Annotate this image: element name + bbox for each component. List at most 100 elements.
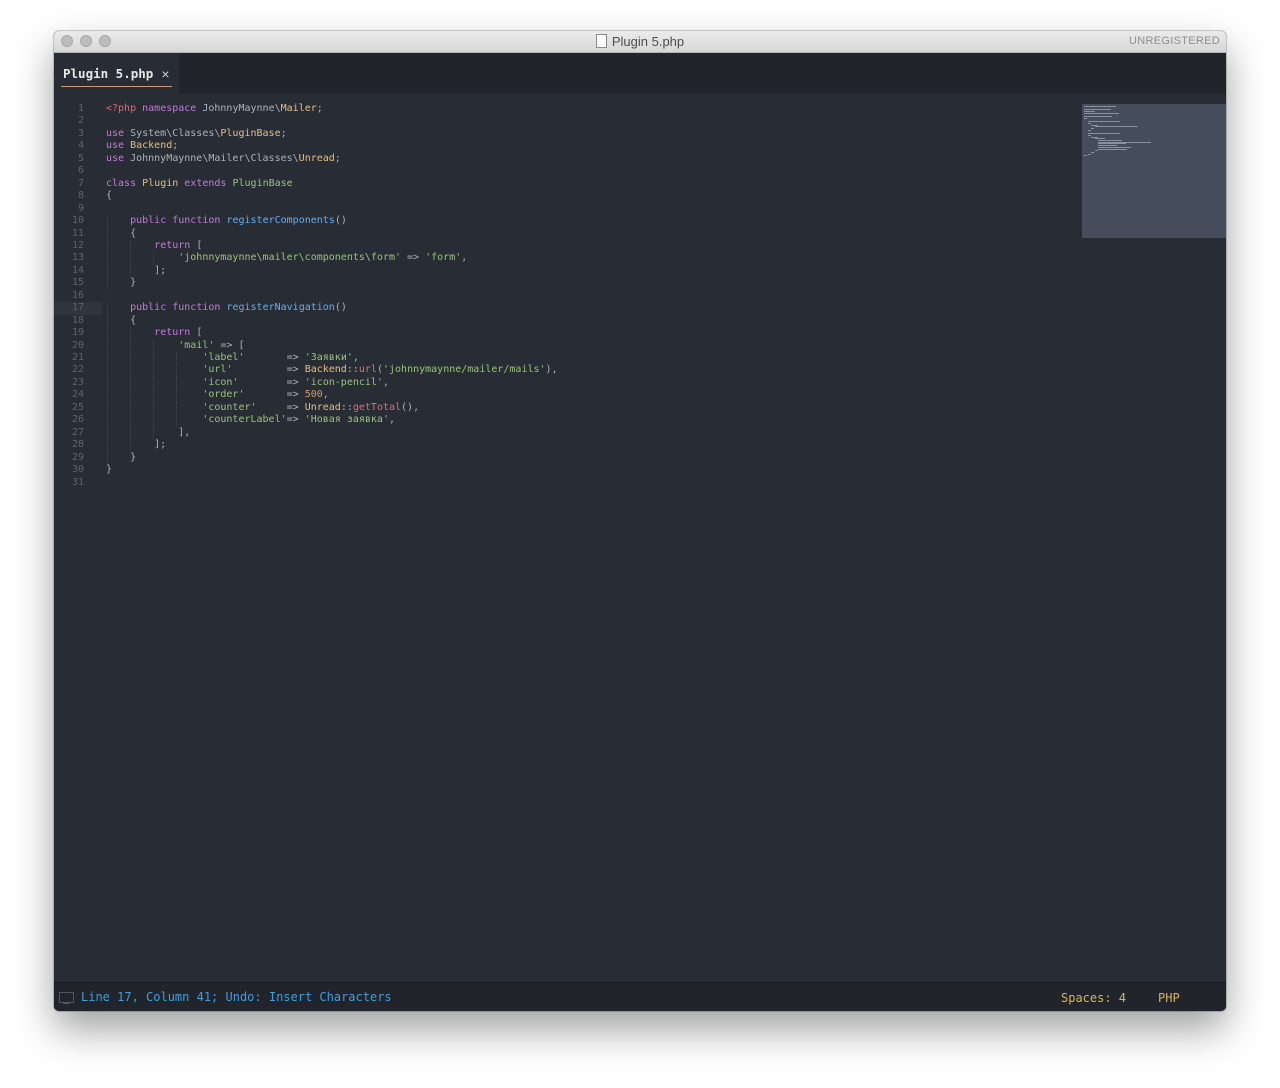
line-code: public function registerNavigation()	[106, 302, 347, 314]
monitor-icon[interactable]	[59, 992, 74, 1004]
line-number[interactable]: 31	[54, 477, 84, 489]
code-token: registerComponents	[226, 215, 335, 227]
code-editor[interactable]: 1 <?php namespace JohnnyMaynne\Mailer; 2 3 u…	[54, 94, 1226, 982]
line-number[interactable]: 1	[54, 103, 84, 115]
line-number[interactable]: 14	[54, 265, 84, 277]
line-number[interactable]: 21	[54, 352, 84, 364]
indentation-selector[interactable]: Spaces: 4	[1061, 991, 1126, 1005]
code-token: 'order'	[202, 389, 245, 401]
line-number[interactable]: 13	[54, 252, 84, 264]
close-icon[interactable]: ×	[161, 66, 169, 82]
indent-guide	[107, 277, 108, 290]
line-number[interactable]: 29	[54, 452, 84, 464]
code-token: 'mail'	[178, 339, 215, 351]
code-token: return	[154, 239, 191, 251]
line-code: use JohnnyMaynne\Mailer\Classes\Unread;	[106, 153, 341, 165]
line-number[interactable]: 18	[54, 315, 84, 327]
code-token: 'Заявки'	[304, 352, 353, 363]
indent-guide	[107, 414, 108, 427]
code-token: return	[154, 327, 191, 339]
line-number[interactable]: 28	[54, 439, 84, 451]
code-token: public	[130, 302, 167, 314]
code-token: {	[106, 190, 113, 202]
line-code: }	[106, 277, 136, 289]
line-number[interactable]: 23	[54, 377, 84, 389]
code-token: (),	[401, 401, 420, 413]
code-token: <?php	[106, 103, 137, 114]
line-number[interactable]: 17	[54, 302, 84, 314]
code-token: ];	[106, 264, 167, 276]
code-token: ),	[545, 364, 558, 376]
line-code: return [	[106, 327, 202, 339]
line-number[interactable]: 10	[54, 215, 84, 227]
minimap-line	[1084, 106, 1117, 107]
line-number[interactable]: 12	[54, 240, 84, 252]
code-token: 'form'	[425, 252, 462, 264]
indent-guide	[130, 414, 131, 427]
line-number[interactable]: 19	[54, 327, 84, 339]
code-line: 14 ];	[54, 265, 1074, 277]
line-number[interactable]: 25	[54, 402, 84, 414]
code-token: System\Classes\	[124, 127, 221, 139]
code-line: 8{	[54, 190, 1074, 202]
code-token: 'url'	[202, 364, 233, 376]
code-token: JohnnyMaynne\	[196, 103, 281, 114]
line-number[interactable]: 22	[54, 364, 84, 376]
code-token: Backend	[130, 140, 173, 152]
line-number[interactable]: 27	[54, 427, 84, 439]
code-line: 27 ],	[54, 427, 1074, 439]
code-token: => [	[214, 339, 245, 351]
line-number[interactable]: 24	[54, 389, 84, 401]
code-line: 3 use System\Classes\PluginBase;	[54, 128, 1074, 140]
code-line: 6	[54, 165, 1074, 177]
indent-guide	[107, 239, 108, 253]
line-number[interactable]: 26	[54, 414, 84, 426]
indent-guide	[130, 401, 131, 415]
minimap-line	[1084, 117, 1087, 119]
code-token: [	[190, 239, 203, 251]
line-number[interactable]: 30	[54, 464, 84, 476]
status-bar: Line 17, Column 41; Undo: Insert Charact…	[54, 982, 1226, 1011]
line-number[interactable]: 16	[54, 290, 84, 302]
line-code: }	[106, 452, 136, 464]
code-token: 'icon'	[202, 376, 239, 388]
line-number[interactable]: 2	[54, 115, 84, 127]
line-number[interactable]: 6	[54, 165, 84, 177]
line-code: 'icon' => 'icon-pencil',	[106, 377, 389, 389]
line-number[interactable]: 5	[54, 153, 84, 165]
line-number[interactable]: 9	[54, 203, 84, 215]
indent-guide	[107, 352, 108, 365]
code-token: function	[172, 215, 221, 227]
indent-guide	[107, 215, 108, 228]
window-title: Plugin 5.php	[54, 34, 1226, 49]
code-token: Plugin	[142, 177, 179, 189]
indent-guide	[130, 439, 131, 452]
line-number[interactable]: 4	[54, 140, 84, 152]
code-line: 19 return [	[54, 327, 1074, 339]
line-number[interactable]: 7	[54, 178, 84, 190]
line-number[interactable]: 11	[54, 228, 84, 240]
code-token: function	[172, 302, 221, 314]
code-line: 20 'mail' => [	[54, 340, 1074, 352]
code-token: 'Новая заявка'	[304, 414, 389, 426]
code-line: 9	[54, 203, 1074, 215]
line-number[interactable]: 8	[54, 190, 84, 202]
indent-guide	[153, 339, 154, 352]
line-number[interactable]: 20	[54, 340, 84, 352]
code-token: ;	[280, 127, 287, 139]
code-token: 'label'	[202, 352, 245, 363]
code-line: 10 public function registerComponents()	[54, 215, 1074, 227]
code-token: class	[106, 177, 137, 189]
line-number[interactable]: 3	[54, 128, 84, 140]
code-token: public	[130, 215, 167, 227]
indent-guide	[107, 227, 108, 240]
code-token: }	[106, 277, 137, 289]
indent-guide	[107, 364, 108, 377]
minimap[interactable]	[1082, 104, 1226, 238]
line-number[interactable]: 15	[54, 277, 84, 289]
syntax-selector[interactable]: PHP	[1158, 991, 1180, 1005]
code-line: 23 'icon' => 'icon-pencil',	[54, 377, 1074, 389]
indent-guide	[176, 376, 177, 390]
tab-plugin-5-php[interactable]: Plugin 5.php ×	[54, 53, 179, 94]
